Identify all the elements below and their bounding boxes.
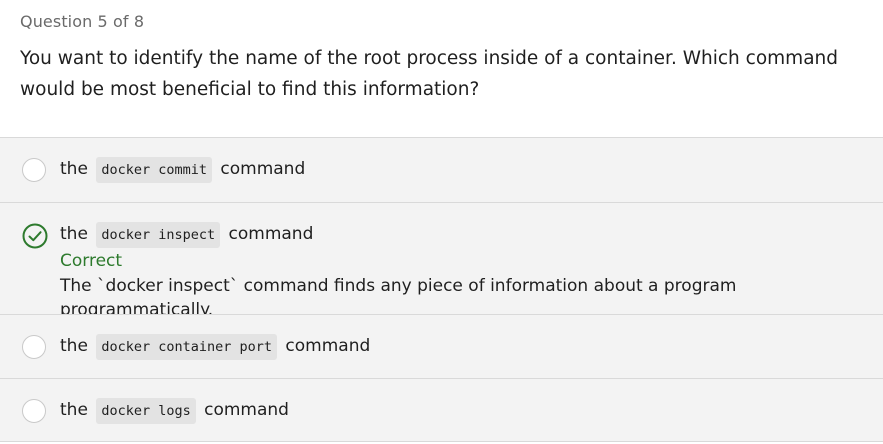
answer-option-label: the docker commit command bbox=[60, 155, 863, 184]
answer-prefix: the bbox=[60, 336, 88, 356]
answer-suffix: command bbox=[285, 336, 371, 356]
answer-option-content: the docker commit command bbox=[60, 155, 863, 184]
answer-code: docker commit bbox=[96, 157, 212, 183]
answer-option-3[interactable]: the docker container port command bbox=[0, 314, 883, 378]
answer-option-4[interactable]: the docker logs command bbox=[0, 378, 883, 442]
radio-empty-icon[interactable] bbox=[22, 399, 46, 423]
answer-code: docker inspect bbox=[96, 222, 221, 248]
answer-option-content: the docker logs command bbox=[60, 396, 863, 425]
answer-prefix: the bbox=[60, 224, 88, 244]
answer-prefix: the bbox=[60, 400, 88, 420]
result-label: Correct bbox=[60, 251, 123, 271]
answer-suffix: command bbox=[220, 159, 306, 179]
check-circle-icon[interactable] bbox=[22, 223, 48, 249]
answer-option-content: the docker inspect command Correct The `… bbox=[60, 220, 863, 322]
answer-options: the docker commit command the docker ins… bbox=[0, 137, 883, 442]
question-counter: Question 5 of 8 bbox=[20, 12, 145, 31]
answer-option-label: the docker container port command bbox=[60, 332, 863, 361]
radio-empty-icon[interactable] bbox=[22, 335, 46, 359]
answer-code: docker logs bbox=[96, 398, 196, 424]
answer-code: docker container port bbox=[96, 334, 277, 360]
answer-suffix: command bbox=[204, 400, 289, 420]
answer-prefix: the bbox=[60, 159, 88, 179]
answer-suffix: command bbox=[228, 224, 314, 244]
answer-option-label: the docker inspect command bbox=[60, 220, 863, 249]
answer-option-2[interactable]: the docker inspect command Correct The `… bbox=[0, 202, 883, 320]
question-header: Question 5 of 8 You want to identify the… bbox=[0, 0, 883, 105]
answer-option-label: the docker logs command bbox=[60, 396, 863, 425]
question-text: You want to identify the name of the roo… bbox=[20, 48, 839, 100]
radio-empty-icon[interactable] bbox=[22, 158, 46, 182]
answer-option-1[interactable]: the docker commit command bbox=[0, 137, 883, 202]
answer-option-content: the docker container port command bbox=[60, 332, 863, 361]
